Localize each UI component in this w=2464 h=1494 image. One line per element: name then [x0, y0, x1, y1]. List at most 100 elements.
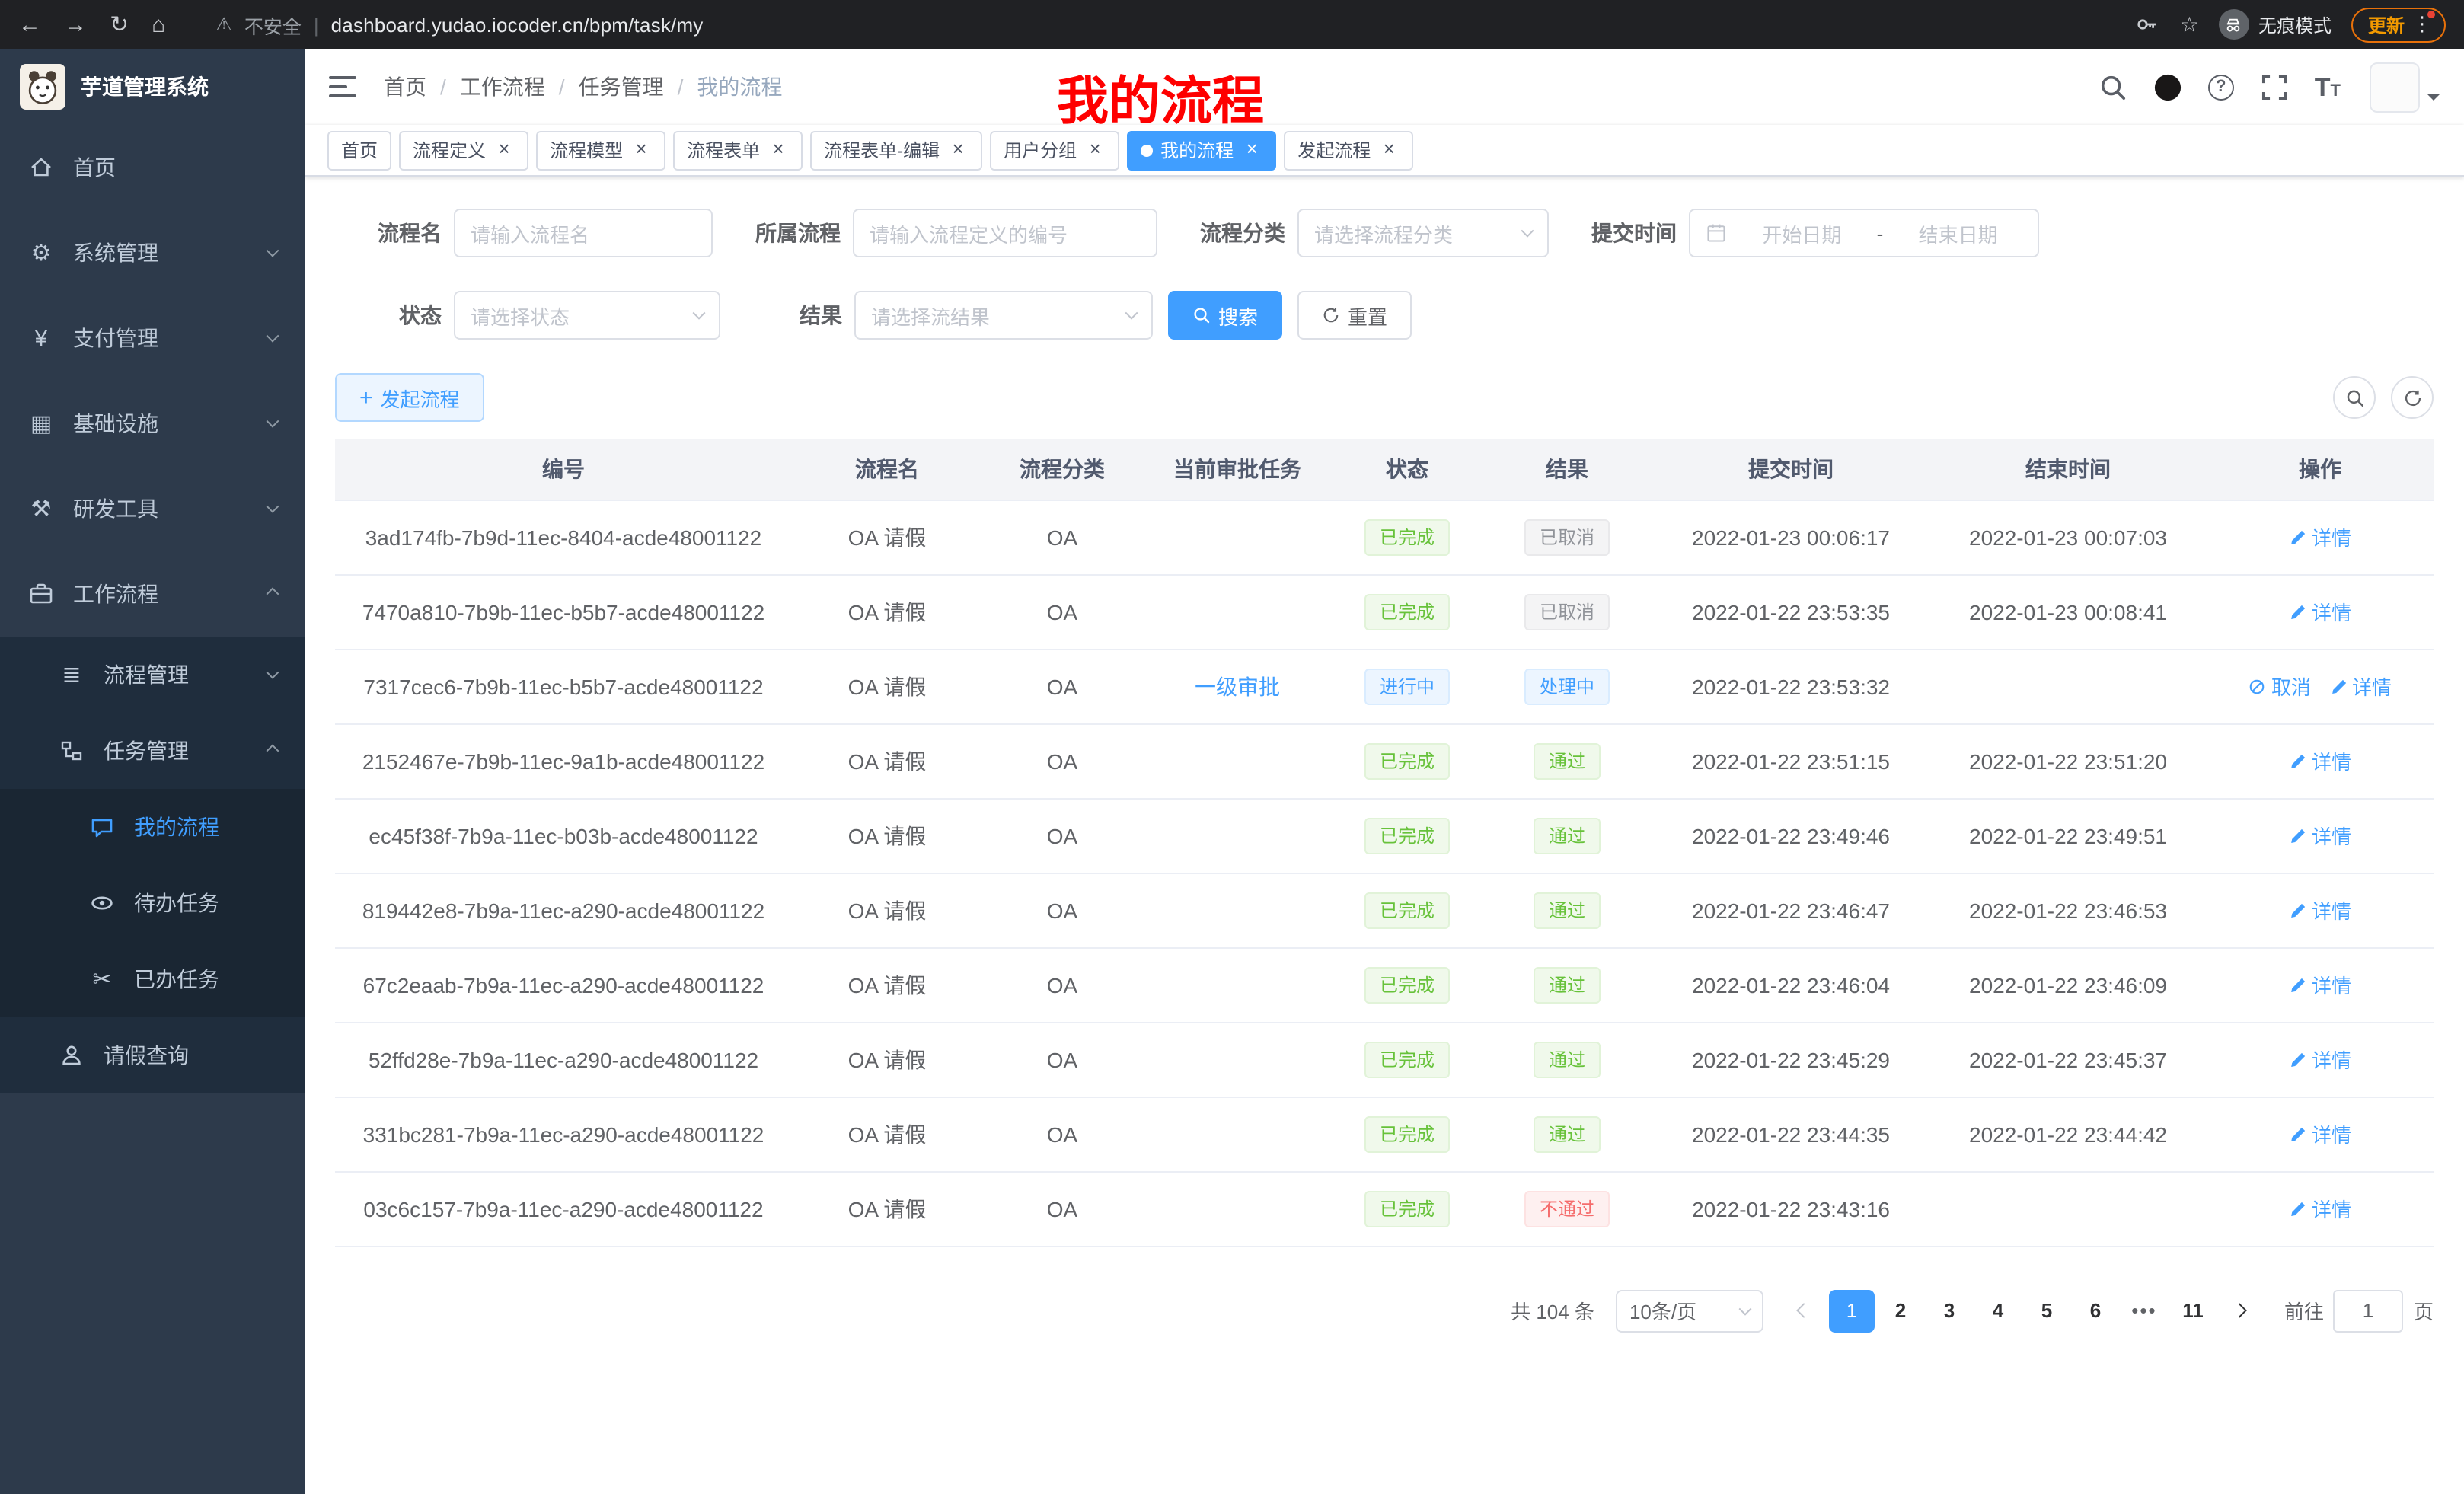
cell-current-task: 一级审批	[1142, 649, 1333, 723]
avatar[interactable]	[2370, 62, 2420, 112]
fullscreen-icon[interactable]	[2260, 72, 2289, 101]
parent-process-input[interactable]: 请输入流程定义的编号	[853, 209, 1157, 257]
result-tag: 通过	[1534, 817, 1601, 854]
url-text[interactable]: dashboard.yudao.iocoder.cn/bpm/task/my	[331, 13, 704, 36]
tab-process-form-edit[interactable]: 流程表单-编辑×	[810, 130, 982, 170]
incognito-badge[interactable]: 无痕模式	[2219, 9, 2332, 40]
page-number-5[interactable]: 5	[2024, 1289, 2070, 1332]
tab-my-process[interactable]: 我的流程×	[1127, 130, 1276, 170]
cell-id: 7317cec6-7b9b-11ec-b5b7-acde48001122	[335, 649, 792, 723]
refresh-table-button[interactable]	[2391, 376, 2434, 419]
next-page-button[interactable]	[2217, 1289, 2263, 1332]
cell-submit-time: 2022-01-22 23:43:16	[1652, 1171, 1929, 1246]
notification-dot	[2427, 10, 2435, 18]
sidebar-item-leave-query[interactable]: 请假查询	[0, 1017, 305, 1093]
detail-link[interactable]: 详情	[2289, 970, 2351, 999]
page-size-select[interactable]: 10条/页	[1616, 1289, 1763, 1332]
breadcrumb-workflow[interactable]: 工作流程	[460, 72, 545, 102]
breadcrumb-home[interactable]: 首页	[384, 72, 426, 102]
page-number-6[interactable]: 6	[2073, 1289, 2118, 1332]
detail-link[interactable]: 详情	[2289, 1119, 2351, 1148]
sidebar-item-done-tasks[interactable]: ✂ 已办任务	[0, 941, 305, 1017]
detail-link[interactable]: 详情	[2289, 522, 2351, 551]
sidebar-item-payment[interactable]: ¥ 支付管理	[0, 295, 305, 381]
sidebar-item-todo-tasks[interactable]: 待办任务	[0, 865, 305, 941]
browser-update-button[interactable]: 更新 ⋮	[2351, 7, 2446, 42]
close-icon[interactable]: ×	[1241, 139, 1262, 161]
close-icon[interactable]: ×	[493, 139, 515, 161]
tab-process-definition[interactable]: 流程定义×	[399, 130, 528, 170]
tab-process-model[interactable]: 流程模型×	[536, 130, 665, 170]
cell-category: OA	[982, 500, 1142, 574]
detail-link[interactable]: 详情	[2289, 746, 2351, 775]
hamburger-icon[interactable]	[329, 72, 359, 102]
cell-status: 已完成	[1333, 723, 1482, 798]
search-icon[interactable]	[2099, 72, 2127, 101]
cell-id: 67c2eaab-7b9a-11ec-a290-acde48001122	[335, 947, 792, 1022]
goto-page-input[interactable]: 1	[2333, 1289, 2403, 1332]
result-select[interactable]: 请选择流结果	[854, 291, 1153, 340]
create-process-button[interactable]: + 发起流程	[335, 373, 484, 422]
font-size-icon[interactable]: TT	[2315, 74, 2341, 100]
address-bar[interactable]: ⚠ 不安全 | dashboard.yudao.iocoder.cn/bpm/t…	[215, 10, 703, 39]
close-icon[interactable]: ×	[1084, 139, 1106, 161]
github-icon[interactable]	[2153, 72, 2182, 101]
reset-button[interactable]: 重置	[1297, 291, 1412, 340]
category-select[interactable]: 请选择流程分类	[1297, 209, 1549, 257]
browser-back-icon[interactable]: ←	[18, 13, 41, 36]
page-number-2[interactable]: 2	[1878, 1289, 1923, 1332]
app-logo[interactable]: 芋道管理系统	[0, 49, 305, 125]
close-icon[interactable]: ×	[1378, 139, 1400, 161]
sidebar-item-my-process[interactable]: 我的流程	[0, 789, 305, 865]
browser-home-icon[interactable]: ⌂	[152, 13, 165, 36]
parent-process-label: 所属流程	[755, 218, 853, 248]
cancel-link[interactable]: 取消	[2249, 672, 2311, 701]
password-key-icon[interactable]	[2136, 12, 2160, 37]
plus-icon: +	[359, 386, 373, 409]
security-label[interactable]: 不安全	[244, 10, 302, 39]
cell-result: 通过	[1482, 798, 1652, 873]
close-icon[interactable]: ×	[630, 139, 652, 161]
breadcrumb-task-mgmt[interactable]: 任务管理	[579, 72, 664, 102]
page-number-1[interactable]: 1	[1829, 1289, 1875, 1332]
sidebar-item-system[interactable]: ⚙ 系统管理	[0, 210, 305, 295]
tab-start-process[interactable]: 发起流程×	[1284, 130, 1413, 170]
help-icon[interactable]: ?	[2208, 74, 2234, 100]
red-annotation-text: 我的流程	[1057, 59, 1264, 134]
page-number-4[interactable]: 4	[1975, 1289, 2021, 1332]
edit-icon	[2289, 1125, 2307, 1143]
submit-time-range-picker[interactable]: 开始日期 - 结束日期	[1689, 209, 2039, 257]
sidebar-item-dev-tools[interactable]: ⚒ 研发工具	[0, 466, 305, 551]
tab-home[interactable]: 首页	[327, 130, 391, 170]
toggle-search-button[interactable]	[2333, 376, 2376, 419]
browser-reload-icon[interactable]: ↻	[110, 13, 129, 36]
page-number-3[interactable]: 3	[1926, 1289, 1972, 1332]
sidebar-item-home[interactable]: 首页	[0, 125, 305, 210]
pager-more[interactable]: •••	[2121, 1289, 2167, 1332]
prev-page-button[interactable]	[1782, 1289, 1827, 1332]
current-task-link[interactable]: 一级审批	[1195, 674, 1280, 698]
sidebar-item-workflow[interactable]: 工作流程	[0, 551, 305, 637]
close-icon[interactable]: ×	[947, 139, 969, 161]
tab-user-group[interactable]: 用户分组×	[990, 130, 1119, 170]
status-select[interactable]: 请选择状态	[454, 291, 720, 340]
page-number-11[interactable]: 11	[2170, 1289, 2216, 1332]
close-icon[interactable]: ×	[768, 139, 789, 161]
bookmark-star-icon[interactable]: ☆	[2180, 11, 2199, 37]
tab-process-form[interactable]: 流程表单×	[673, 130, 803, 170]
sidebar-item-process-mgmt[interactable]: ≣ 流程管理	[0, 637, 305, 713]
user-menu[interactable]	[2370, 62, 2440, 112]
browser-forward-icon[interactable]: →	[64, 13, 87, 36]
detail-link[interactable]: 详情	[2289, 597, 2351, 626]
detail-link[interactable]: 详情	[2289, 1194, 2351, 1223]
detail-link[interactable]: 详情	[2289, 895, 2351, 924]
sidebar-item-infrastructure[interactable]: ▦ 基础设施	[0, 381, 305, 466]
detail-link[interactable]: 详情	[2289, 1045, 2351, 1074]
sidebar-item-task-mgmt[interactable]: 任务管理	[0, 713, 305, 789]
cell-end-time	[1929, 1171, 2207, 1246]
search-button[interactable]: 搜索	[1168, 291, 1282, 340]
detail-link[interactable]: 详情	[2329, 672, 2392, 701]
calendar-icon	[1706, 222, 1727, 244]
detail-link[interactable]: 详情	[2289, 821, 2351, 850]
process-name-input[interactable]: 请输入流程名	[454, 209, 713, 257]
